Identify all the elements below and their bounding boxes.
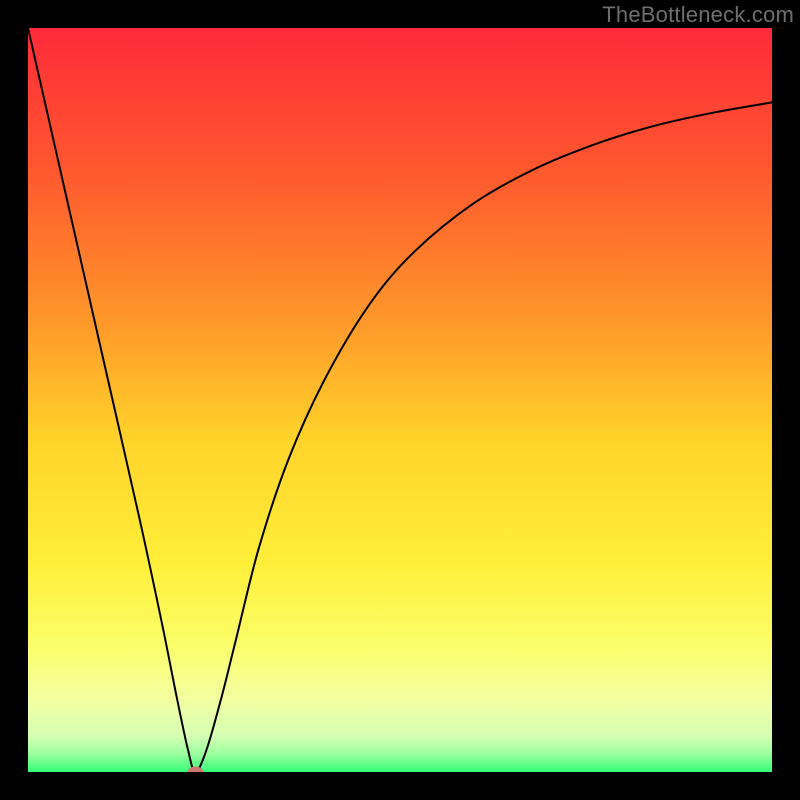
gradient-background [28, 28, 772, 772]
chart-frame [28, 28, 772, 772]
bottleneck-chart [28, 28, 772, 772]
watermark-text: TheBottleneck.com [602, 2, 794, 28]
